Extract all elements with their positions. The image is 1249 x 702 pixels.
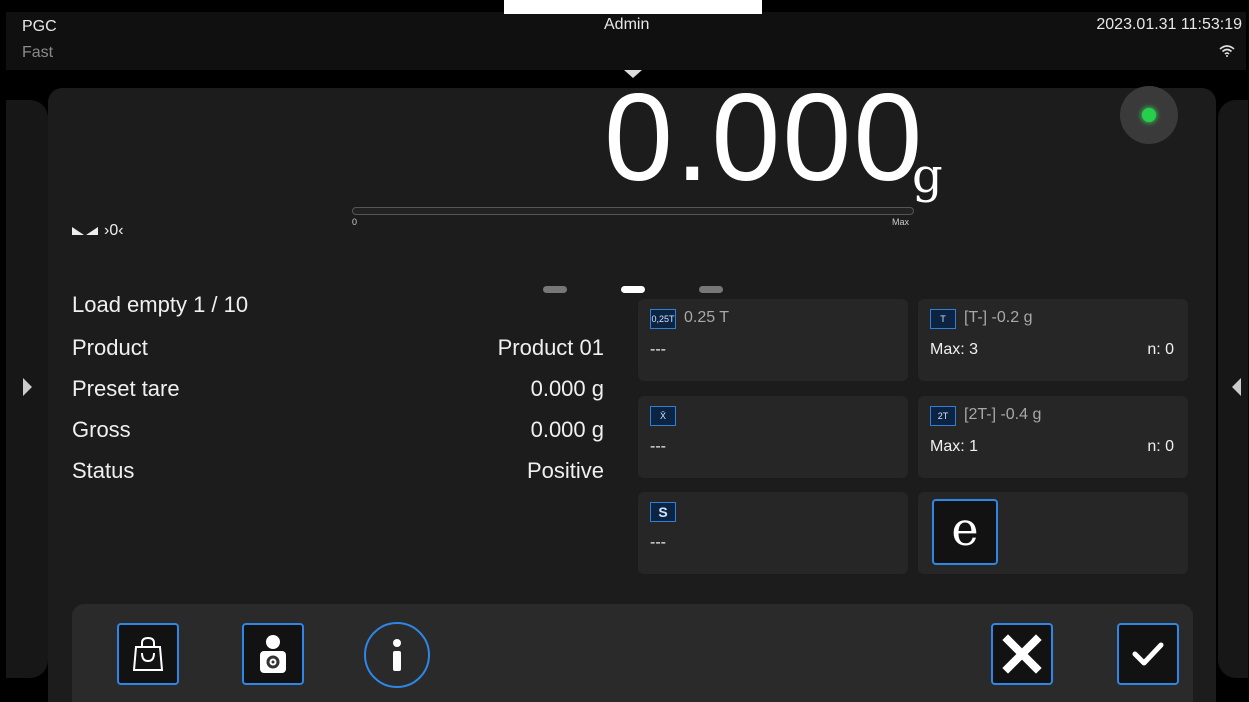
load-bar-max-label: Max [892, 217, 910, 227]
weight-readout: 0.000 [604, 69, 925, 207]
date-time: 2023.01.31 11:53:19 [1096, 16, 1242, 33]
e-mark-icon[interactable]: e [932, 499, 998, 565]
page-dot-1[interactable] [543, 286, 567, 293]
info-value-product: Product 01 [497, 335, 604, 360]
info-button[interactable] [364, 622, 430, 688]
widget-header: 0.25 T [684, 309, 730, 326]
widget-count: n: 0 [1147, 341, 1174, 358]
load-bar [352, 207, 914, 215]
top-notch [504, 0, 762, 14]
widget-2t-minus[interactable]: 2T [2T-] -0.4 g Max: 1 n: 0 [918, 396, 1188, 478]
info-label-status: Status [72, 458, 135, 483]
widget-header: [2T-] -0.4 g [964, 406, 1042, 423]
info-label-product: Product [72, 335, 148, 360]
widget-value: --- [650, 341, 666, 358]
info-value-status: Positive [526, 458, 604, 483]
widget-max: Max: 1 [930, 438, 979, 455]
product-button[interactable] [117, 623, 179, 685]
widget-value: --- [650, 534, 666, 551]
double-tare-icon: 2T [930, 406, 956, 426]
weight-unit[interactable]: g [912, 148, 943, 204]
cancel-button[interactable] [991, 623, 1053, 685]
widget-tare-limit[interactable]: 0,25T 0.25 T --- [638, 299, 908, 381]
stable-triangles-icon [72, 227, 98, 235]
stddev-icon: S [650, 502, 676, 522]
zero-indicator: ›0‹ [104, 222, 124, 239]
stability-indicators: ›0‹ [72, 222, 124, 240]
tare-limit-icon: 0,25T [650, 309, 676, 329]
working-mode[interactable]: PGC [22, 18, 57, 36]
info-value-gross: 0.000 g [530, 417, 604, 442]
confirm-button[interactable] [1117, 623, 1179, 685]
widget-header: [T-] -0.2 g [964, 309, 1033, 326]
wifi-icon [1219, 44, 1235, 62]
widget-t-minus[interactable]: T [T-] -0.2 g Max: 3 n: 0 [918, 299, 1188, 381]
widget-stddev[interactable]: S --- [638, 492, 908, 574]
mean-icon: X̄ [650, 406, 676, 426]
load-bar-min-label: 0 [352, 217, 358, 227]
filter-speed: Fast [22, 44, 54, 61]
operator-button[interactable] [242, 623, 304, 685]
info-value-preset-tare: 0.000 g [530, 376, 604, 401]
chevron-left-icon[interactable] [1232, 378, 1241, 396]
info-label-load-empty: Load empty 1 / 10 [72, 292, 249, 317]
page-dot-2-active[interactable] [621, 286, 645, 293]
widget-value: --- [650, 438, 666, 455]
info-label-preset-tare: Preset tare [72, 376, 180, 401]
cancel-icon [1002, 634, 1042, 674]
confirm-icon [1132, 642, 1164, 666]
product-bag-icon [132, 636, 164, 671]
operator-settings-icon [260, 635, 286, 673]
widget-count: n: 0 [1147, 438, 1174, 455]
widget-e-mark[interactable]: e [918, 492, 1188, 574]
page-dot-3[interactable] [699, 286, 723, 293]
status-led-icon [1120, 86, 1178, 144]
info-label-gross: Gross [72, 417, 131, 442]
logged-user[interactable]: Admin [604, 16, 649, 34]
tare-icon: T [930, 309, 956, 329]
widget-mean[interactable]: X̄ --- [638, 396, 908, 478]
info-icon [393, 639, 401, 671]
chevron-right-icon[interactable] [23, 378, 32, 396]
widget-max: Max: 3 [930, 341, 979, 358]
